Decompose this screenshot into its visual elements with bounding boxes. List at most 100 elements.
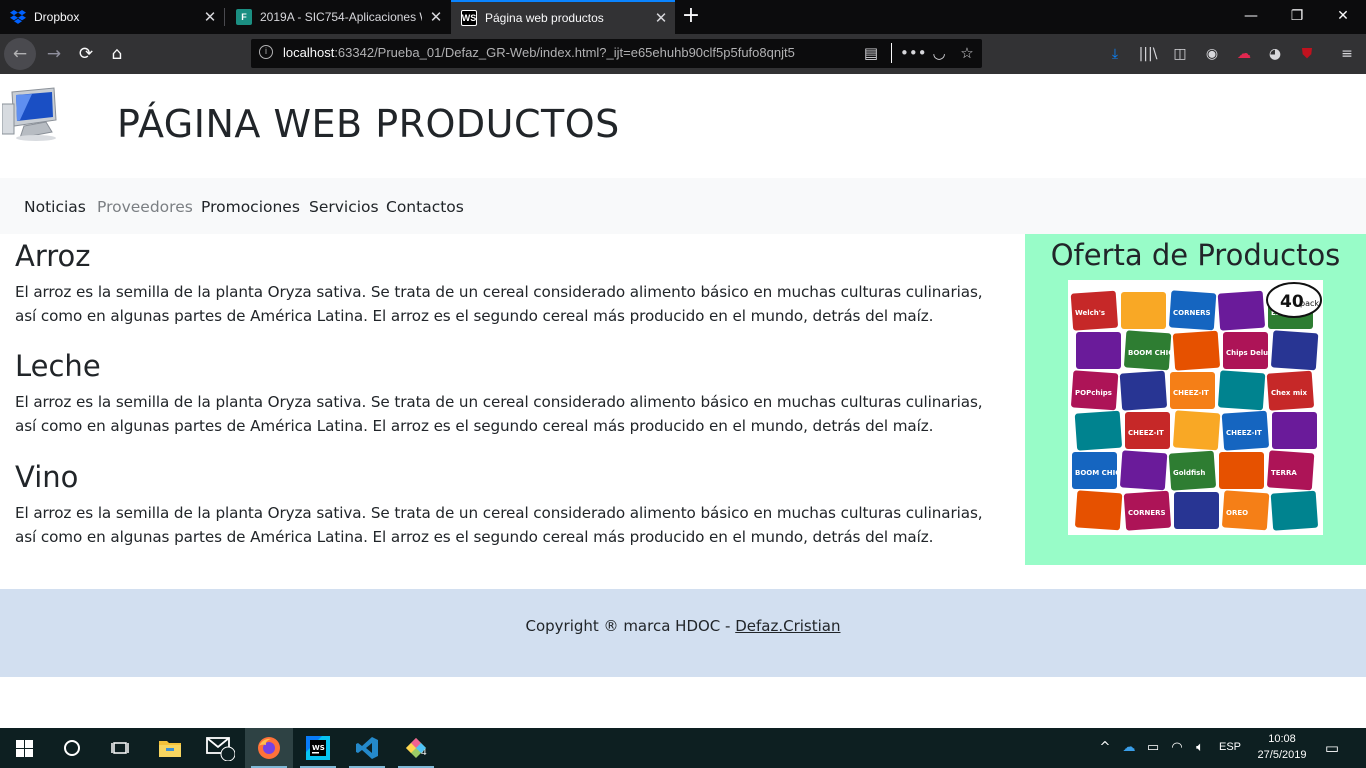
tab-pagina-web-productos[interactable]: WS Página web productos ✕ <box>451 0 675 34</box>
snack-collage: Welch'sCORNERSELFBOOM CHICKA POPChips De… <box>1068 280 1323 535</box>
product-description: El arroz es la semilla de la planta Oryz… <box>15 504 983 546</box>
firefox-icon[interactable] <box>245 728 293 768</box>
product-section-vino: Vino El arroz es la semilla de la planta… <box>15 457 1005 549</box>
snack-label: TERRA <box>1271 469 1297 477</box>
url-divider <box>891 43 892 63</box>
ublock-icon[interactable]: ⛊ <box>1296 43 1318 65</box>
tab-title: Dropbox <box>34 10 80 24</box>
windows-start-icon[interactable] <box>0 728 48 768</box>
close-icon[interactable]: ✕ <box>647 9 675 27</box>
onedrive-cloud-icon[interactable]: ☁ <box>1119 738 1139 758</box>
snack-assortment-image[interactable]: Welch'sCORNERSELFBOOM CHICKA POPChips De… <box>1068 280 1323 535</box>
menu-item-servicios[interactable]: Servicios <box>309 198 379 216</box>
snack-label: OREO <box>1226 509 1248 517</box>
dropbox-icon <box>10 9 26 25</box>
app-diamond-icon[interactable] <box>392 728 440 768</box>
forward-arrow-icon[interactable]: → <box>38 38 70 70</box>
search-icon[interactable] <box>48 728 96 768</box>
url-text[interactable]: localhost:63342/Prueba_01/Defaz_GR-Web/i… <box>283 45 795 60</box>
close-icon[interactable]: ✕ <box>196 8 224 26</box>
snack-package <box>1119 370 1167 411</box>
product-heading: Arroz <box>15 239 91 273</box>
reload-icon[interactable]: ⟳ <box>70 38 102 70</box>
snack-package <box>1075 490 1123 531</box>
clock-date[interactable]: 27/5/2019 <box>1250 749 1314 761</box>
snack-package <box>1271 330 1319 371</box>
url-bar[interactable]: i localhost:63342/Prueba_01/Defaz_GR-Web… <box>251 39 982 68</box>
vscode-icon[interactable] <box>343 728 391 768</box>
webstorm-icon: WS <box>461 10 477 26</box>
browser-tab-bar: Dropbox ✕ F 2019A - SIC754-Aplicaciones … <box>0 0 1366 34</box>
main-content: Arroz El arroz es la semilla de la plant… <box>0 234 1025 565</box>
snack-label: Chips Deluxe <box>1226 349 1278 357</box>
snack-package <box>1272 412 1317 449</box>
extension-globe-icon[interactable]: ◉ <box>1201 43 1223 65</box>
task-view-icon[interactable] <box>96 728 144 768</box>
snack-label: CORNERS <box>1128 509 1166 517</box>
menu-hamburger-icon[interactable]: ≡ <box>1336 43 1358 65</box>
info-icon[interactable]: i <box>259 45 273 59</box>
snack-package <box>1270 490 1318 531</box>
new-tab-button[interactable]: + <box>678 2 704 32</box>
page-footer: Copyright ® marca HDOC - Defaz.Cristian <box>0 589 1366 677</box>
product-heading: Leche <box>15 349 101 383</box>
snack-label: Goldfish <box>1173 469 1205 477</box>
more-actions-icon[interactable]: ••• <box>900 42 927 64</box>
product-description: El arroz es la semilla de la planta Oryz… <box>15 393 983 435</box>
back-arrow-icon[interactable]: ← <box>4 38 36 70</box>
restore-icon[interactable]: ❐ <box>1274 0 1320 34</box>
footer-text: Copyright ® marca HDOC - Defaz.Cristian <box>0 617 1366 635</box>
product-description: El arroz es la semilla de la planta Oryz… <box>15 283 983 325</box>
reader-view-icon[interactable]: ▤ <box>860 42 882 64</box>
snack-label: CHEEZ-IT <box>1128 429 1164 437</box>
snack-package <box>1173 410 1221 451</box>
notifications-icon[interactable]: ▭ <box>1322 738 1342 758</box>
tab-aplicaciones[interactable]: F 2019A - SIC754-Aplicaciones W ✕ <box>226 0 450 34</box>
snack-label: POPchips <box>1075 389 1112 397</box>
extension-mask-icon[interactable]: ◕ <box>1264 43 1286 65</box>
snack-package <box>1172 330 1220 371</box>
close-icon[interactable]: ✕ <box>422 8 450 26</box>
copyright-text: Copyright ® marca HDOC - <box>525 617 736 635</box>
snack-label: CHEEZ-IT <box>1173 389 1209 397</box>
battery-icon[interactable]: ▭ <box>1143 738 1163 758</box>
pocket-icon[interactable]: ◡ <box>928 42 950 64</box>
computer-logo-icon <box>1 86 64 142</box>
snack-package <box>1219 452 1264 489</box>
webstorm-taskbar-icon[interactable]: WS <box>294 728 342 768</box>
snack-label: Welch's <box>1075 309 1105 317</box>
language-indicator[interactable]: ESP <box>1216 741 1244 753</box>
clock-time[interactable]: 10:08 <box>1250 733 1314 745</box>
author-link[interactable]: Defaz.Cristian <box>735 617 840 635</box>
snack-label: CORNERS <box>1173 309 1211 317</box>
snack-label: CHEEZ-IT <box>1226 429 1262 437</box>
bookmark-star-icon[interactable]: ☆ <box>956 42 978 64</box>
file-explorer-icon[interactable] <box>146 728 194 768</box>
snack-package <box>1218 370 1266 411</box>
tab-dropbox[interactable]: Dropbox ✕ <box>0 0 224 34</box>
chevron-up-icon[interactable]: ^ <box>1095 738 1115 758</box>
volume-icon[interactable]: 🔈︎ <box>1190 738 1210 758</box>
sidebar-icon[interactable]: ◫ <box>1169 43 1191 65</box>
product-heading: Vino <box>15 460 79 494</box>
snack-package <box>1121 292 1166 329</box>
mail-icon[interactable]: 4 <box>196 728 427 768</box>
snack-package <box>1217 290 1265 331</box>
wifi-icon[interactable]: ◠ <box>1167 738 1187 758</box>
menu-item-noticias[interactable]: Noticias <box>24 198 86 216</box>
menu-item-contactos[interactable]: Contactos <box>386 198 464 216</box>
home-icon[interactable]: ⌂ <box>101 38 133 70</box>
close-window-icon[interactable]: ✕ <box>1320 0 1366 34</box>
aside-title: Oferta de Productos <box>1050 238 1341 272</box>
menu-item-proveedores[interactable]: Proveedores <box>97 198 193 216</box>
extension-cloud-icon[interactable]: ☁ <box>1233 43 1255 65</box>
snack-package <box>1174 492 1219 529</box>
snack-label: Chex mix <box>1271 389 1308 397</box>
offer-aside: Oferta de Productos Welch'sCORNERSELFBOO… <box>1025 234 1366 565</box>
main-menu: Noticias Proveedores Promociones Servici… <box>0 178 1366 234</box>
minimize-icon[interactable]: — <box>1228 0 1274 34</box>
menu-item-promociones[interactable]: Promociones <box>201 198 300 216</box>
download-icon[interactable]: ⤓ <box>1104 43 1126 65</box>
library-icon[interactable]: |||\ <box>1137 43 1159 65</box>
product-section-leche: Leche El arroz es la semilla de la plant… <box>15 346 1005 438</box>
